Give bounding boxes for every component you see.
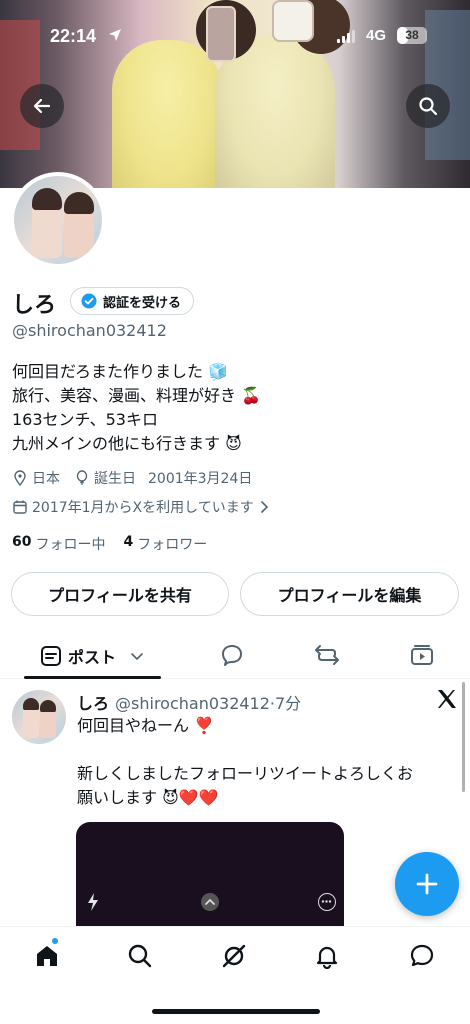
plus-icon <box>416 873 438 895</box>
profile-meta: 日本 誕生日 2001年3月24日 <box>12 468 266 488</box>
nav-messages[interactable] <box>407 941 437 971</box>
post-body: 何回目やねーん ❣️ 新しくしましたフォローリツイートよろしくお 願いします 😈… <box>77 714 462 810</box>
post-handle-time: @shirochan032412·7分 <box>115 694 302 713</box>
active-tab-indicator <box>24 676 161 679</box>
avatar-figure-hair <box>32 188 62 210</box>
profile-handle: @shirochan032412 <box>12 321 167 340</box>
compose-post-button[interactable] <box>395 852 459 916</box>
status-bar: 22:14 4G 38 <box>0 22 470 52</box>
search-button[interactable] <box>406 84 450 128</box>
post-author-avatar[interactable] <box>12 690 66 744</box>
following-count[interactable]: 60 <box>12 534 31 554</box>
posts-icon <box>41 645 61 666</box>
avatar-figure-hair <box>64 192 94 214</box>
post-header: しろ @shirochan032412·7分 <box>77 690 301 714</box>
follow-stats: 60 フォロー中 4 フォロワー <box>12 534 207 554</box>
home-indicator <box>152 1009 320 1014</box>
edit-profile-button[interactable]: プロフィールを編集 <box>240 572 459 616</box>
back-arrow-icon <box>33 98 51 114</box>
tab-reposts[interactable] <box>312 640 342 670</box>
following-label[interactable]: フォロー中 <box>35 534 105 554</box>
battery-percent: 38 <box>405 28 419 42</box>
followers-label[interactable]: フォロワー <box>137 534 207 554</box>
notification-dot <box>52 938 58 944</box>
calendar-icon <box>13 500 27 514</box>
banner-person <box>112 40 222 188</box>
profile-tabs: ポスト <box>0 632 470 679</box>
grok-icon <box>222 944 246 968</box>
bell-icon <box>316 946 338 969</box>
post-author-name[interactable]: しろ <box>77 690 109 714</box>
tab-posts-label: ポスト <box>68 647 117 667</box>
bio-line: 旅行、美容、漫画、料理が好き 🍒 <box>12 386 262 405</box>
profile-avatar[interactable] <box>10 172 106 268</box>
repost-icon <box>315 645 339 665</box>
bottom-navigation <box>0 926 470 1024</box>
chevron-down-icon <box>131 652 143 660</box>
scroll-indicator[interactable] <box>462 682 465 792</box>
nav-notifications[interactable] <box>312 941 342 971</box>
profile-bio: 何回目だろまた作りました 🧊 旅行、美容、漫画、料理が好き 🍒 163センチ、5… <box>12 360 261 456</box>
get-verified-label: 認証を受ける <box>103 295 182 311</box>
location-pin-icon <box>14 470 26 486</box>
balloon-icon <box>76 470 88 485</box>
profile-joined[interactable]: 2017年1月からXを利用しています <box>12 497 270 517</box>
joined-text: 2017年1月からXを利用しています <box>32 500 254 516</box>
avatar-figure-hair <box>40 700 56 712</box>
post-line: 願いします 😈❤️❤️ <box>77 788 219 807</box>
search-icon <box>419 97 438 116</box>
network-type: 4G <box>366 27 387 44</box>
flash-icon <box>88 893 98 911</box>
signal-icon <box>337 30 355 43</box>
battery-icon: 38 <box>397 27 427 44</box>
post-media[interactable] <box>76 822 344 942</box>
home-icon <box>37 946 57 966</box>
post-line <box>77 738 462 762</box>
post-line: 何回目やねーん ❣️ <box>77 716 215 735</box>
get-verified-button[interactable]: 認証を受ける <box>70 287 195 315</box>
birthday-date: 2001年3月24日 <box>148 471 253 487</box>
avatar-figure-hair <box>23 698 39 710</box>
chevron-right-icon <box>260 501 268 513</box>
more-icon <box>318 893 336 911</box>
profile-location: 日本 <box>12 468 60 488</box>
verified-badge-icon <box>81 293 97 309</box>
bio-line: 何回目だろまた作りました 🧊 <box>12 362 229 381</box>
tab-media[interactable] <box>407 640 437 670</box>
profile-birthday: 誕生日 2001年3月24日 <box>74 468 252 488</box>
followers-count[interactable]: 4 <box>123 534 133 554</box>
profile-name: しろ <box>12 293 57 318</box>
reply-bubble-icon <box>222 645 242 666</box>
location-text: 日本 <box>32 471 60 487</box>
nav-grok[interactable] <box>219 941 249 971</box>
messages-icon <box>410 944 434 967</box>
bio-line: 163センチ、53キロ <box>12 410 158 429</box>
back-button[interactable] <box>20 84 64 128</box>
chevron-up-icon <box>201 893 219 911</box>
status-time: 22:14 <box>50 26 97 46</box>
location-arrow-icon <box>109 29 121 41</box>
nav-home[interactable] <box>32 941 62 971</box>
bio-line: 九州メインの他にも行きます 😈 <box>12 434 242 453</box>
x-logo-icon <box>438 690 456 708</box>
tab-posts[interactable]: ポスト <box>24 632 161 679</box>
post-line: 新しくしましたフォローリツイートよろしくお <box>77 764 414 783</box>
share-profile-button[interactable]: プロフィールを共有 <box>11 572 229 616</box>
nav-search[interactable] <box>125 941 155 971</box>
tab-replies[interactable] <box>217 640 247 670</box>
birthday-label: 誕生日 <box>94 471 136 487</box>
video-icon <box>411 645 433 665</box>
search-icon <box>128 944 152 968</box>
